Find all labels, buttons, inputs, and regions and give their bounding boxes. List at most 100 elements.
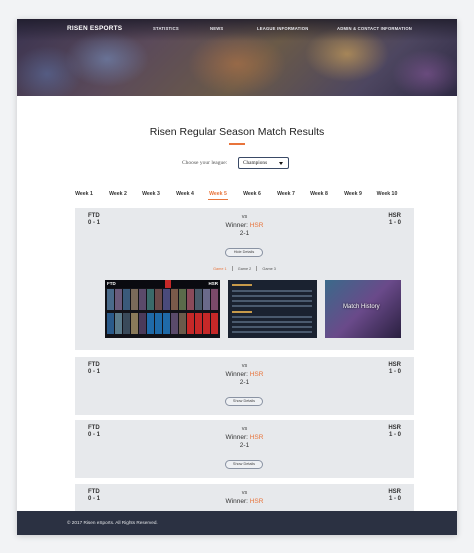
- right-team-name: HSR: [388, 213, 401, 219]
- nav-link-admin-contact[interactable]: ADMIN & CONTACT INFORMATION: [337, 26, 412, 31]
- winner-label: Winner:: [225, 222, 248, 229]
- champion-pick: [115, 289, 122, 310]
- league-select[interactable]: Champions: [238, 157, 289, 169]
- nav-link-statistics[interactable]: STATISTICS: [153, 26, 179, 31]
- vs-label: vs: [241, 214, 248, 220]
- champion-pick: [155, 289, 162, 310]
- scoreboard-row: [232, 326, 312, 328]
- footer: © 2017 Risen eSports. All Rights Reserve…: [17, 511, 457, 535]
- right-team: HSR 1 - 0: [388, 425, 401, 439]
- nav-link-news[interactable]: NEWS: [210, 26, 223, 31]
- champion-pick: [195, 313, 202, 334]
- winner-team: HSR: [249, 498, 264, 505]
- tab-week-2[interactable]: Week 2: [106, 191, 130, 197]
- tab-game-1[interactable]: Game 1: [209, 267, 231, 271]
- winner-line: Winner: HSR: [75, 371, 414, 378]
- winner-team: HSR: [249, 222, 264, 229]
- champion-pick: [211, 313, 218, 334]
- champion-pick: [211, 289, 218, 310]
- scoreboard-row: [232, 300, 312, 302]
- right-team-name: HSR: [388, 362, 401, 368]
- champion-pick: [187, 313, 194, 334]
- champion-pick: [115, 313, 122, 334]
- champion-pick: [123, 289, 130, 310]
- draft-screenshot[interactable]: FTD HSR: [105, 280, 220, 338]
- winner-line: Winner: HSR: [75, 222, 414, 229]
- tab-week-1[interactable]: Week 1: [72, 191, 96, 197]
- champion-pick: [139, 313, 146, 334]
- tab-week-9[interactable]: Week 9: [341, 191, 365, 197]
- right-team-score: 1 - 0: [388, 220, 401, 226]
- champion-pick: [203, 289, 210, 310]
- scoreboard-row: [232, 290, 312, 292]
- champion-pick: [139, 289, 146, 310]
- tab-separator: [256, 266, 258, 271]
- page-frame: RISEN ESPORTS STATISTICS NEWS LEAGUE INF…: [17, 19, 457, 535]
- dropdown-arrow-icon: [279, 162, 283, 165]
- show-details-button[interactable]: Show Details: [225, 397, 263, 406]
- winner-line: Winner: HSR: [75, 434, 414, 441]
- scoreboard-row: [232, 305, 312, 307]
- match-card: FTD 0 - 1 vs Winner: HSR 2-1 HSR 1 - 0 H…: [75, 208, 414, 350]
- champion-pick: [203, 313, 210, 334]
- nav-link-league-information[interactable]: LEAGUE INFORMATION: [257, 26, 308, 31]
- tab-week-4[interactable]: Week 4: [173, 191, 197, 197]
- tab-week-8[interactable]: Week 8: [307, 191, 331, 197]
- right-team: HSR 1 - 0: [388, 362, 401, 376]
- match-card: FTD 0 - 1 vs Winner: HSR 2-1 HSR 1 - 0 S…: [75, 420, 414, 478]
- scoreboard-row: [232, 316, 312, 318]
- vs-label: vs: [241, 363, 248, 369]
- match-card: FTD 0 - 1 vs Winner: HSR 2-1 HSR 1 - 0 S…: [75, 357, 414, 415]
- scoreboard-row: [232, 311, 252, 313]
- champion-pick: [155, 313, 162, 334]
- champion-pick: [187, 289, 194, 310]
- champion-pick: [147, 289, 154, 310]
- winner-team: HSR: [249, 434, 264, 441]
- scoreboard-screenshot[interactable]: [228, 280, 317, 338]
- tab-game-3[interactable]: Game 3: [258, 267, 280, 271]
- scoreboard-row: [232, 295, 312, 297]
- champion-pick: [107, 289, 114, 310]
- champion-pick: [163, 313, 170, 334]
- brand-logo[interactable]: RISEN ESPORTS: [67, 25, 122, 32]
- vs-label: vs: [241, 426, 248, 432]
- tab-week-10[interactable]: Week 10: [375, 191, 399, 197]
- tab-game-2[interactable]: Game 2: [234, 267, 256, 271]
- vs-label: vs: [241, 490, 248, 496]
- winner-line: Winner: HSR: [75, 498, 414, 505]
- scoreboard-row: [232, 321, 312, 323]
- winner-label: Winner:: [225, 371, 248, 378]
- champion-pick: [195, 289, 202, 310]
- scoreboard-row: [232, 331, 312, 333]
- series-score: 2-1: [239, 442, 250, 449]
- right-team: HSR 1 - 0: [388, 489, 401, 503]
- league-select-value: Champions: [243, 160, 268, 166]
- right-team-name: HSR: [388, 425, 401, 431]
- right-team-score: 1 - 0: [388, 369, 401, 375]
- match-history-link[interactable]: Match History: [325, 280, 401, 338]
- champion-pick: [171, 313, 178, 334]
- winner-label: Winner:: [225, 434, 248, 441]
- game-tabs: Game 1 Game 2 Game 3: [75, 266, 414, 271]
- right-team-score: 1 - 0: [388, 432, 401, 438]
- show-details-button[interactable]: Show Details: [225, 460, 263, 469]
- series-score: 2-1: [239, 230, 250, 237]
- champion-pick: [131, 289, 138, 310]
- right-team-score: 1 - 0: [388, 496, 401, 502]
- right-team: HSR 1 - 0: [388, 213, 401, 227]
- champion-pick: [179, 313, 186, 334]
- champion-pick: [107, 313, 114, 334]
- tab-week-5[interactable]: Week 5: [206, 191, 230, 200]
- champion-pick: [171, 289, 178, 310]
- champion-pick: [147, 313, 154, 334]
- champion-pick: [123, 313, 130, 334]
- tab-week-6[interactable]: Week 6: [240, 191, 264, 197]
- hide-details-button[interactable]: Hide Details: [225, 248, 263, 257]
- copyright-text: © 2017 Risen eSports. All Rights Reserve…: [67, 520, 158, 525]
- draft-divider: [165, 280, 171, 288]
- title-underline: [229, 143, 245, 145]
- tab-week-7[interactable]: Week 7: [274, 191, 298, 197]
- page-title: Risen Regular Season Match Results: [149, 126, 325, 138]
- tab-week-3[interactable]: Week 3: [139, 191, 163, 197]
- draft-left-team: FTD: [107, 281, 116, 286]
